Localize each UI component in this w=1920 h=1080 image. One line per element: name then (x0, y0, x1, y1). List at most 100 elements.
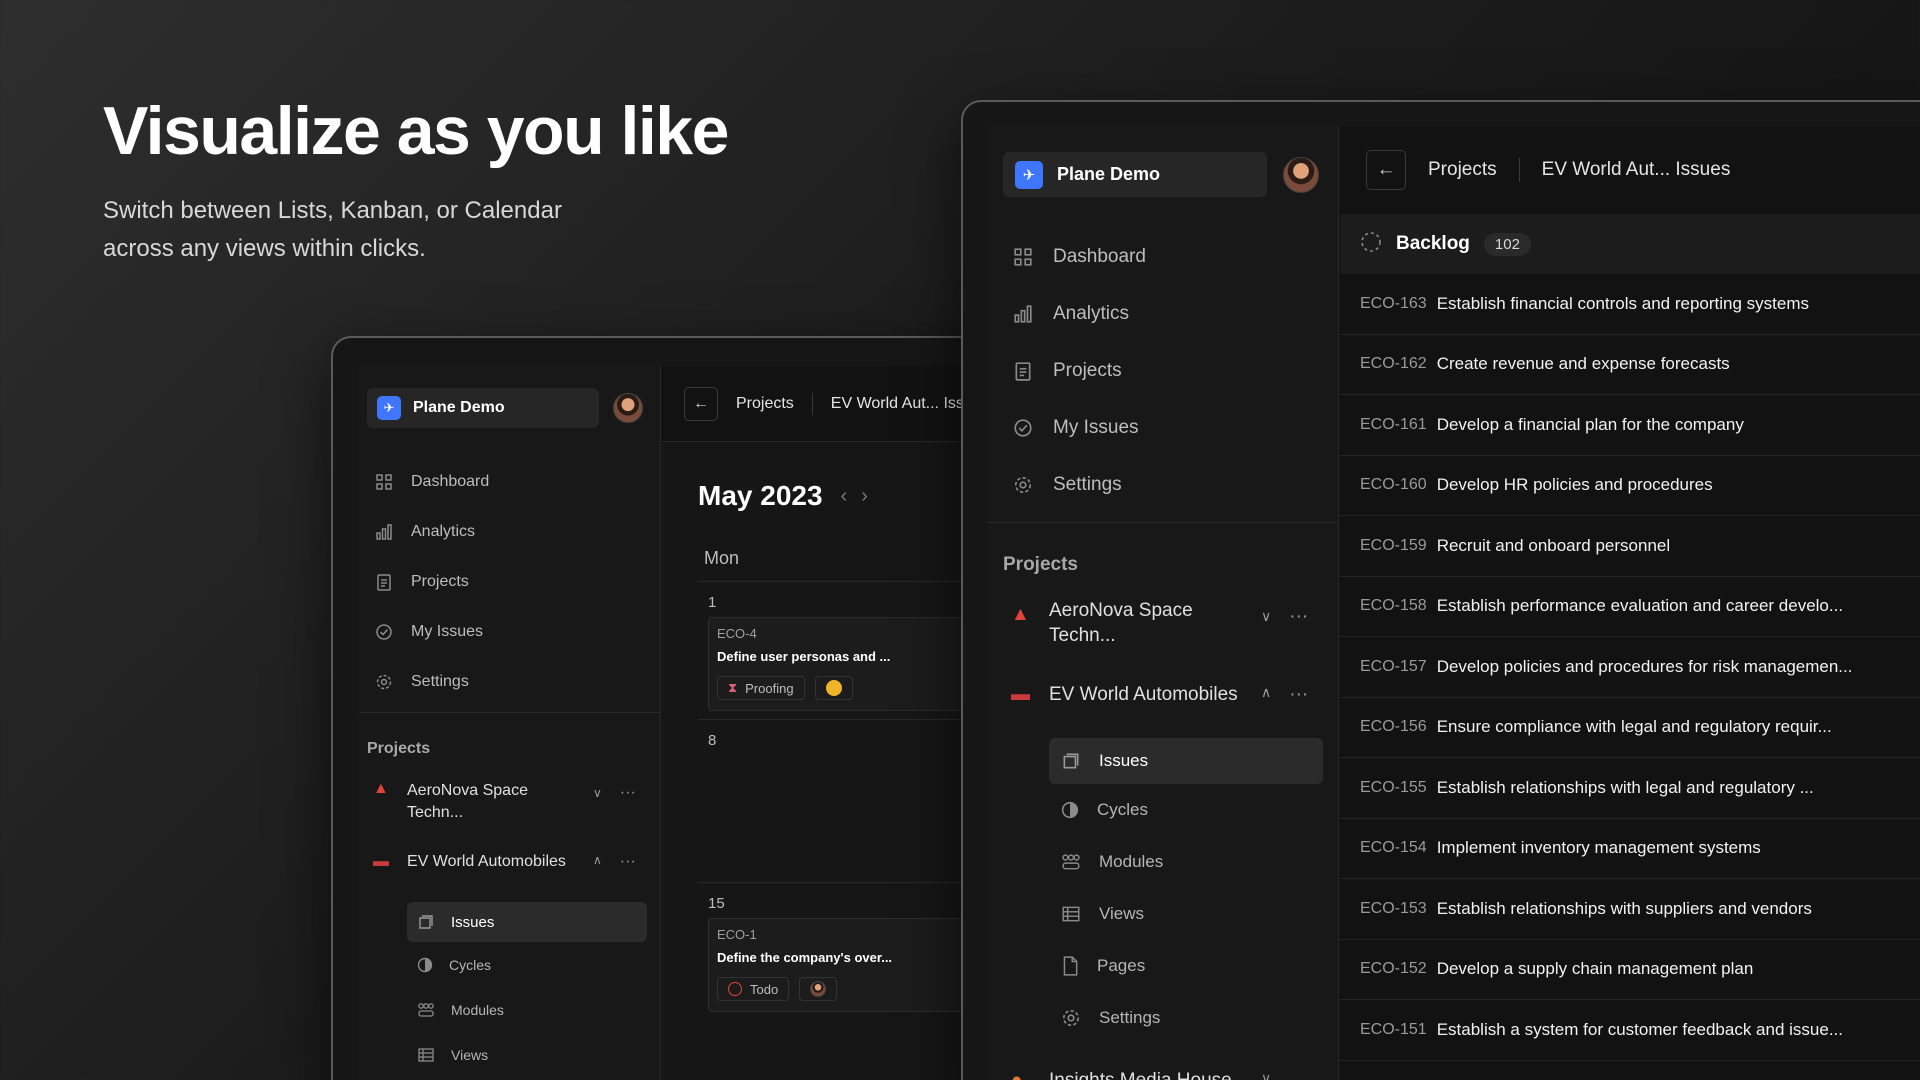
assignee-pill[interactable] (799, 977, 838, 1001)
issue-title: Define the company's over... (717, 950, 893, 965)
rocket-icon: ▲ (373, 780, 389, 797)
sub-views[interactable]: Views (407, 1032, 647, 1077)
project-insights[interactable]: ● Insights Media House ∨ (1011, 1070, 1331, 1080)
chevron-up-icon[interactable]: ∧ (593, 853, 602, 867)
issue-row[interactable]: ECO-158 Establish performance evaluation … (1340, 577, 1920, 637)
back-arrow-icon[interactable]: ← (1366, 150, 1406, 190)
nav-my-issues[interactable]: My Issues (375, 607, 489, 657)
nav-settings[interactable]: Settings (375, 657, 489, 707)
breadcrumb-current[interactable]: EV World Aut... Issues (1542, 159, 1731, 181)
issue-title: Establish financial controls and reporti… (1436, 293, 1809, 313)
assignee-pill[interactable] (814, 676, 853, 700)
sub-cycles[interactable]: Cycles (1049, 784, 1323, 836)
group-header-backlog[interactable]: Backlog 102 (1340, 214, 1920, 274)
hero-title: Visualize as you like (103, 93, 729, 169)
calendar-cell[interactable]: 8 (698, 720, 998, 883)
issue-row[interactable]: ECO-155 Establish relationships with lega… (1340, 758, 1920, 819)
nav-projects[interactable]: Projects (375, 557, 489, 607)
hero-subtitle-line-1: Switch between Lists, Kanban, or Calenda… (103, 197, 562, 224)
issue-row[interactable]: ECO-162 Create revenue and expense foreca… (1340, 335, 1920, 395)
sub-settings[interactable]: Settings (1049, 992, 1323, 1044)
issue-rows: ECO-163 Establish financial controls and … (1340, 274, 1920, 1061)
calendar-cell[interactable]: 1 ECO-4 Define user personas and ... ⧗ P… (698, 582, 998, 720)
project-aeronova-label: AeroNova Space Techn... (1049, 598, 1255, 648)
state-pill[interactable]: ⧗ Proofing (717, 676, 805, 700)
issue-row[interactable]: ECO-157 Develop policies and procedures f… (1340, 637, 1920, 698)
project-aeronova[interactable]: ▲ AeroNova Space Techn... ∨ ··· (1011, 598, 1331, 648)
sub-issues[interactable]: Issues (1049, 738, 1323, 784)
sub-modules[interactable]: Modules (1049, 836, 1323, 888)
nav-analytics[interactable]: Analytics (1013, 285, 1146, 342)
issue-row[interactable]: ECO-161 Develop a financial plan for the … (1340, 395, 1920, 456)
issue-row[interactable]: ECO-163 Establish financial controls and … (1340, 274, 1920, 335)
sub-settings-label: Settings (1099, 1008, 1161, 1027)
calendar-day-number: 8 (708, 732, 717, 749)
chevron-down-icon[interactable]: ∨ (1261, 608, 1271, 625)
calendar-issue-card[interactable]: ECO-4 Define user personas and ... ⧗ Pro… (708, 617, 998, 711)
project-aeronova-line-2: Techn... (1049, 625, 1116, 646)
state-pill[interactable]: Todo (717, 977, 790, 1001)
sub-modules-label: Modules (1099, 852, 1164, 871)
nav-analytics-label: Analytics (411, 523, 476, 540)
nav-settings[interactable]: Settings (1013, 456, 1146, 513)
more-icon[interactable]: ··· (620, 784, 636, 802)
sub-issues[interactable]: Issues (407, 902, 647, 942)
more-icon[interactable]: ··· (1289, 684, 1308, 706)
sub-modules-label: Modules (451, 1001, 504, 1018)
sub-cycles[interactable]: Cycles (407, 942, 647, 987)
backlog-dashed-circle-icon (1360, 231, 1382, 258)
project-aeronova-line-2: Techn... (407, 804, 464, 821)
project-ev-world[interactable]: ▬ EV World Automobiles ∧ ··· (1011, 684, 1331, 706)
issue-row[interactable]: ECO-159 Recruit and onboard personnel (1340, 516, 1920, 577)
workspace-switcher[interactable]: ✈ Plane Demo (1003, 152, 1267, 197)
breadcrumb-projects[interactable]: Projects (736, 395, 794, 413)
issue-row[interactable]: ECO-151 Establish a system for customer f… (1340, 1000, 1920, 1061)
issue-title: Implement inventory management systems (1436, 838, 1761, 858)
issue-row[interactable]: ECO-153 Establish relationships with supp… (1340, 879, 1920, 940)
issue-row[interactable]: ECO-160 Develop HR policies and procedure… (1340, 456, 1920, 516)
issue-id: ECO-160 (1360, 476, 1427, 494)
chevron-up-icon[interactable]: ∧ (1261, 684, 1271, 701)
project-aeronova[interactable]: ▲ AeroNova Space Techn... ∨ ··· (373, 780, 653, 824)
issue-row[interactable]: ECO-154 Implement inventory management sy… (1340, 819, 1920, 879)
calendar-cell[interactable]: 15 ECO-1 Define the company's over... To… (698, 883, 998, 1033)
sub-views[interactable]: Views (1049, 888, 1323, 940)
nav-dashboard-label: Dashboard (1053, 245, 1146, 267)
breadcrumb-projects[interactable]: Projects (1428, 159, 1497, 181)
project-ev-world[interactable]: ▬ EV World Automobiles ∧ ··· (373, 853, 653, 871)
bar-chart-icon (375, 523, 393, 541)
issue-id: ECO-159 (1360, 536, 1427, 554)
main-nav: Dashboard Analytics Projects My Issues S… (375, 457, 489, 707)
issue-title: Develop policies and procedures for risk… (1436, 656, 1853, 676)
chevron-down-icon[interactable]: ∨ (593, 786, 602, 800)
sub-pages[interactable]: Pages (1049, 940, 1323, 992)
project-sub-nav: Issues Cycles Modules Views (407, 902, 647, 1077)
chevron-left-icon[interactable]: ‹ (841, 485, 862, 507)
chevron-right-icon[interactable]: › (861, 485, 882, 507)
issue-id: ECO-156 (1360, 718, 1427, 736)
more-icon[interactable]: ··· (1289, 606, 1308, 628)
breadcrumb-current[interactable]: EV World Aut... Iss (831, 395, 964, 413)
issue-row[interactable]: ECO-152 Develop a supply chain management… (1340, 940, 1920, 1000)
nav-dashboard[interactable]: Dashboard (375, 457, 489, 507)
layers-icon (1061, 751, 1081, 771)
nav-dashboard[interactable]: Dashboard (1013, 228, 1146, 285)
chevron-down-icon[interactable]: ∨ (1261, 1070, 1271, 1080)
issue-row[interactable]: ECO-156 Ensure compliance with legal and … (1340, 698, 1920, 758)
avatar[interactable] (613, 393, 643, 423)
back-arrow-icon[interactable]: ← (684, 386, 718, 421)
nav-projects[interactable]: Projects (1013, 342, 1146, 399)
list-device-frame: ✈ Plane Demo Dashboard Analytics Project… (961, 100, 1920, 1080)
nav-my-issues-label: My Issues (1053, 416, 1139, 438)
nav-analytics-label: Analytics (1053, 302, 1130, 324)
avatar[interactable] (1283, 156, 1319, 193)
more-icon[interactable]: ··· (620, 853, 636, 871)
nav-analytics[interactable]: Analytics (375, 507, 489, 557)
sidebar: ✈ Plane Demo Dashboard Analytics Project… (359, 366, 661, 1080)
workspace-switcher[interactable]: ✈ Plane Demo (367, 388, 599, 428)
sub-modules[interactable]: Modules (407, 987, 647, 1032)
page-icon (1061, 956, 1079, 976)
calendar-issue-card[interactable]: ECO-1 Define the company's over... Todo (708, 918, 998, 1012)
workspace-row: ✈ Plane Demo (367, 388, 643, 428)
nav-my-issues[interactable]: My Issues (1013, 399, 1146, 456)
